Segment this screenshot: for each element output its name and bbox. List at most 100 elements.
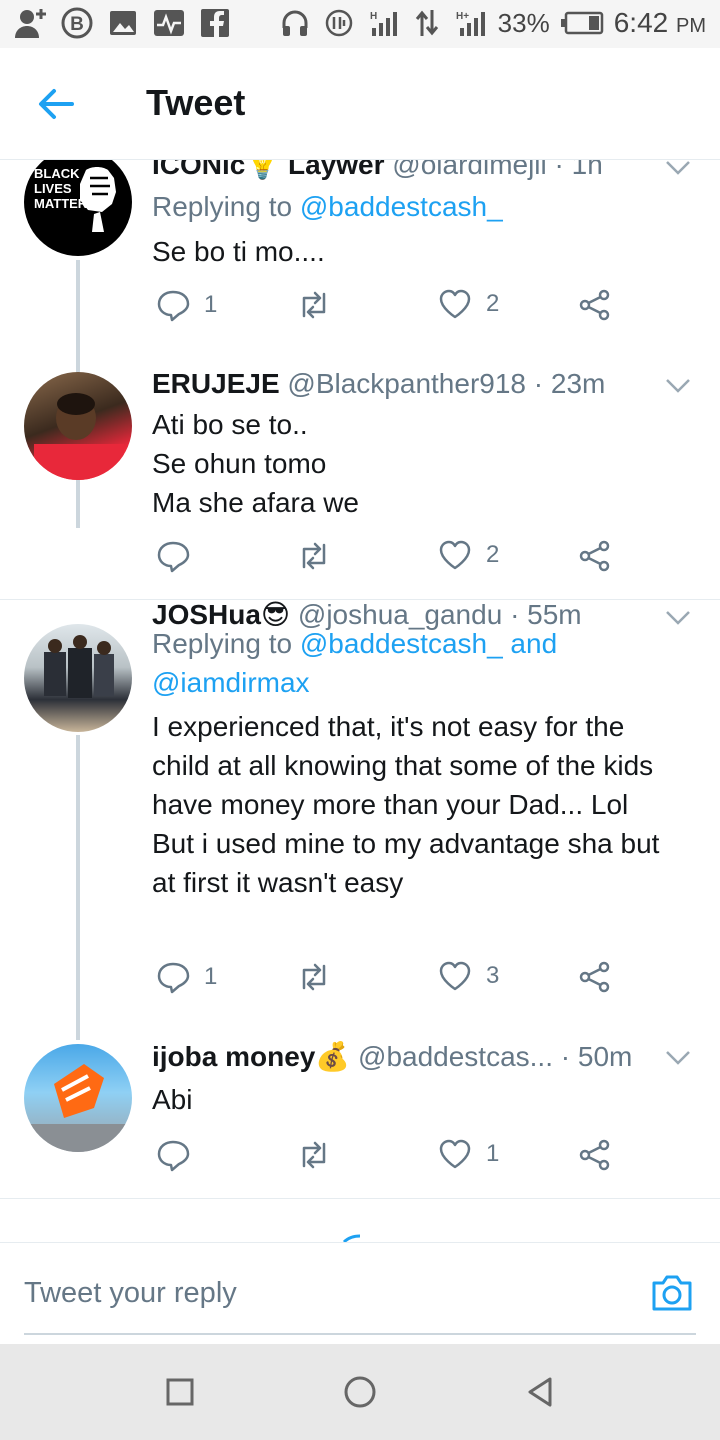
retweet-icon [302,1141,326,1169]
reply-button[interactable] [156,1138,204,1172]
avatar[interactable] [24,624,132,732]
like-count: 3 [486,962,500,989]
retweet-button[interactable] [296,288,346,322]
circle-icon [344,1376,376,1408]
tweet-text: I experienced that, it's not easy for th… [152,711,660,898]
like-button[interactable]: 3 [438,960,499,992]
retweet-icon [302,542,326,570]
reply-count: 1 [204,291,218,318]
heart-icon [439,1139,471,1169]
battery-percent: 33% [497,7,550,38]
tweet-text: Se bo ti mo.... [152,236,325,267]
retweet-button[interactable] [296,539,346,573]
chevron-down-icon[interactable] [664,376,692,396]
chevron-down-icon[interactable] [664,608,692,628]
loading-spinner-icon [342,1234,361,1242]
share-icon [579,961,610,993]
recents-button[interactable] [162,1374,198,1410]
input-underline [24,1333,696,1335]
replying-to: Replying to @baddestcash_ [152,191,503,222]
status-bar: B H H+ 33% 6:42 PM [0,0,720,48]
add-person-icon [14,6,48,40]
tweet-text: Ati bo se to.. Se ohun tomo Ma she afara… [152,409,359,518]
reply-button[interactable]: 1 [156,288,217,322]
facebook-icon [198,6,232,40]
display-name[interactable]: ijoba money💰 [152,1041,350,1072]
svg-text:BLACK: BLACK [34,166,80,181]
triangle-back-icon [528,1377,552,1407]
chevron-down-icon[interactable] [664,160,692,178]
sync-icon [322,6,356,40]
replying-to: Replying to @baddestcash_ and @iamdirmax [152,628,558,698]
svg-text:H: H [370,11,377,22]
display-name[interactable]: ERUJEJE [152,368,280,399]
heart-icon [439,961,471,991]
mention-link[interactable]: @iamdirmax [152,667,310,698]
svg-text:MATTER: MATTER [34,196,88,211]
timestamp: · 23m [533,368,606,399]
handle[interactable]: @Blackpanther918 [287,368,526,399]
square-icon [166,1378,194,1406]
reply-button[interactable]: 1 [156,960,217,994]
avatar[interactable]: BLACK LIVES MATTER [24,160,132,256]
tweet-actions: 1 2 [152,288,622,328]
avatar[interactable] [24,372,132,480]
like-button[interactable]: 1 [438,1138,499,1170]
camera-button[interactable] [650,1273,694,1317]
clock: 6:42 PM [613,7,706,38]
like-button[interactable]: 2 [438,288,499,320]
share-icon [579,540,610,572]
svg-text:B: B [70,14,84,35]
page-title: Tweet [146,82,246,123]
system-nav-bar [0,1344,720,1440]
reply-composer: Tweet your reply [0,1242,720,1344]
share-icon [579,289,610,321]
share-icon [579,1139,610,1171]
reply-icon [157,962,190,994]
tweet-header: ERUJEJE @Blackpanther918 · 23m [152,368,605,400]
signal-icon: H+ [454,6,488,40]
tweet-actions: 2 [152,539,622,579]
reply-input[interactable]: Tweet your reply [24,1277,237,1310]
mention-link[interactable]: @baddestcash_ and [300,628,557,659]
share-button[interactable] [578,960,612,994]
mention-link[interactable]: @baddestcash_ [300,191,503,222]
avatar[interactable] [24,1044,132,1152]
reply-icon [157,1140,190,1172]
activity-icon [152,6,186,40]
b-circle-icon: B [60,6,94,40]
tweet-text: Abi [152,1084,193,1115]
reply-icon [157,541,190,573]
top-app-bar: Tweet [0,48,720,160]
tweet-actions: 1 [152,1138,622,1178]
like-button[interactable]: 2 [438,539,499,571]
like-count: 1 [486,1140,500,1167]
svg-text:H+: H+ [456,11,469,22]
back-button[interactable] [30,78,82,130]
back-nav-button[interactable] [522,1374,558,1410]
retweet-button[interactable] [296,1138,346,1172]
retweet-icon [302,291,326,319]
like-count: 2 [486,290,500,317]
like-count: 2 [486,541,500,568]
data-arrows-icon [410,6,444,40]
share-button[interactable] [578,288,612,322]
reply-icon [157,290,190,322]
reply-button[interactable] [156,539,204,573]
chevron-down-icon[interactable] [664,1048,692,1068]
camera-icon [652,1275,692,1311]
display-name[interactable]: ICONic💡 Laywer [152,160,385,180]
retweet-icon [302,963,326,991]
divider [0,1198,720,1199]
svg-text:LIVES: LIVES [34,181,72,196]
handle[interactable]: @baddestcas... [358,1041,553,1072]
heart-icon [439,540,471,570]
retweet-button[interactable] [296,960,346,994]
home-button[interactable] [342,1374,378,1410]
tweet-header: ijoba money💰 @baddestcas... · 50m [152,1040,632,1073]
handle[interactable]: @olardimejii [392,160,546,180]
tweet-actions: 1 3 [152,960,622,1000]
share-button[interactable] [578,539,612,573]
timestamp: · 1h [554,160,603,180]
share-button[interactable] [578,1138,612,1172]
